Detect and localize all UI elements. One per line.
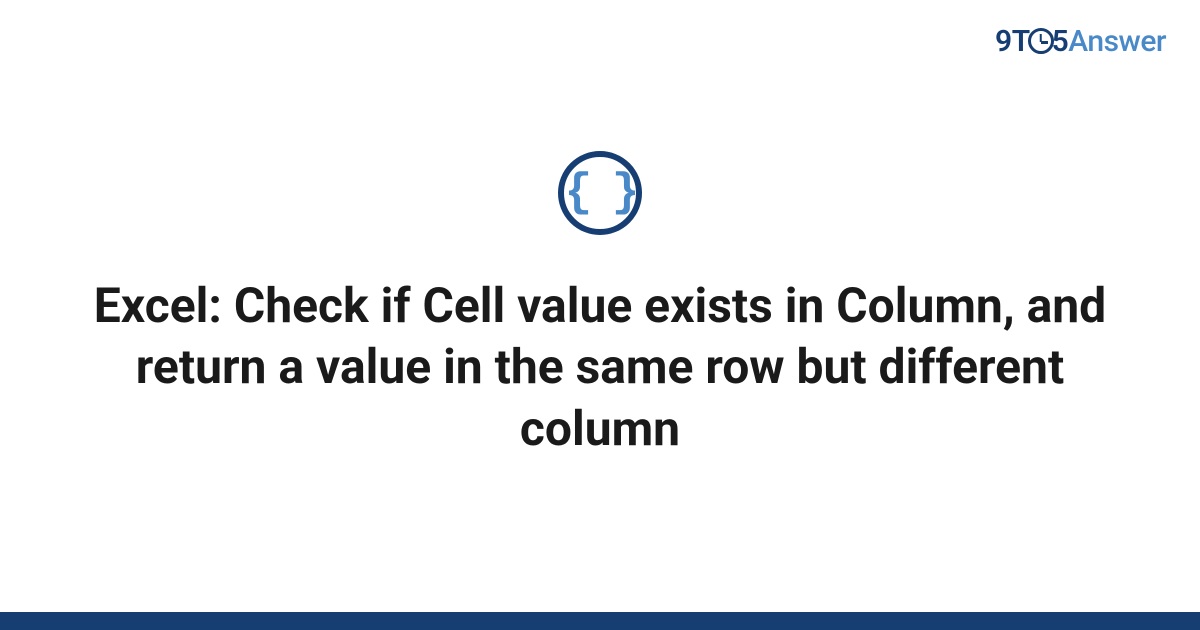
category-icon-circle: { } (558, 151, 642, 235)
footer-accent-bar (0, 612, 1200, 630)
main-content: { } Excel: Check if Cell value exists in… (0, 0, 1200, 630)
page-title: Excel: Check if Cell value exists in Col… (90, 275, 1110, 459)
braces-icon: { } (565, 170, 636, 216)
